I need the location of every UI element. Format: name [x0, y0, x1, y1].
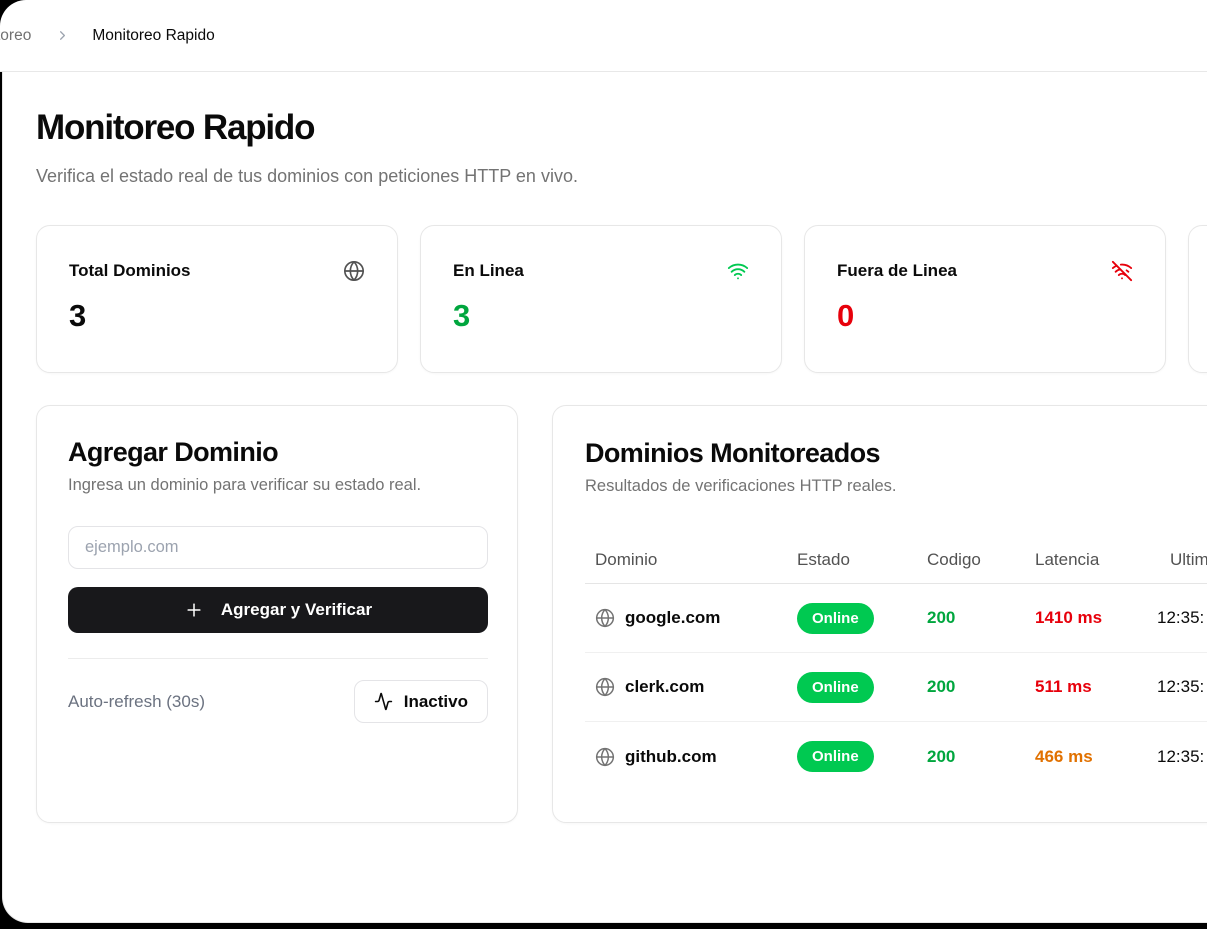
status-badge: Online — [797, 741, 874, 772]
stat-label: En Linea — [453, 261, 524, 281]
breadcrumb-current: Monitoreo Rapido — [92, 27, 214, 45]
http-code: 200 — [927, 747, 1035, 767]
table-header: Dominio Estado Codigo Latencia Ultimo — [585, 536, 1207, 584]
domain-name: google.com — [625, 608, 720, 628]
column-header-domain: Dominio — [595, 550, 797, 570]
monitored-title: Dominios Monitoreados — [585, 438, 1207, 469]
monitored-subtitle: Resultados de verificaciones HTTP reales… — [585, 477, 1207, 496]
last-check-time: 12:35: — [1157, 747, 1207, 767]
stats-row: Total Dominios 3 En Linea 3 Fuera de Lin… — [36, 225, 1207, 373]
add-verify-label: Agregar y Verificar — [221, 600, 372, 620]
table-row: github.com Online 200 466 ms 12:35: — [585, 722, 1207, 791]
chevron-right-icon — [55, 28, 70, 43]
add-domain-card: Agregar Dominio Ingresa un dominio para … — [36, 405, 518, 823]
stat-value: 3 — [453, 298, 749, 334]
latency-value: 1410 ms — [1035, 608, 1157, 628]
column-header-latency: Latencia — [1035, 550, 1157, 570]
domain-input[interactable] — [68, 526, 488, 569]
stat-label: Fuera de Linea — [837, 261, 957, 281]
http-code: 200 — [927, 677, 1035, 697]
add-domain-subtitle: Ingresa un dominio para verificar su est… — [68, 476, 486, 495]
last-check-time: 12:35: — [1157, 608, 1207, 628]
stat-card-partial — [1188, 225, 1207, 373]
lower-row: Agregar Dominio Ingresa un dominio para … — [36, 405, 1207, 823]
status-badge: Online — [797, 672, 874, 703]
page-title: Monitoreo Rapido — [36, 108, 1207, 148]
domains-table: Dominio Estado Codigo Latencia Ultimo go… — [585, 536, 1207, 791]
monitored-domains-card: Dominios Monitoreados Resultados de veri… — [552, 405, 1207, 823]
column-header-status: Estado — [797, 550, 927, 570]
stat-card-online: En Linea 3 — [420, 225, 782, 373]
last-check-time: 12:35: — [1157, 677, 1207, 697]
add-domain-title: Agregar Dominio — [68, 437, 486, 468]
stat-label: Total Dominios — [69, 261, 191, 281]
latency-value: 511 ms — [1035, 677, 1157, 697]
breadcrumb-parent[interactable]: toreo — [0, 27, 31, 45]
add-verify-button[interactable]: Agregar y Verificar — [68, 587, 488, 633]
globe-icon — [343, 260, 365, 282]
auto-refresh-toggle[interactable]: Inactivo — [354, 680, 488, 723]
latency-value: 466 ms — [1035, 747, 1157, 767]
table-row: clerk.com Online 200 511 ms 12:35: — [585, 653, 1207, 722]
globe-icon — [595, 608, 615, 628]
stat-card-total: Total Dominios 3 — [36, 225, 398, 373]
stat-value: 0 — [837, 298, 1133, 334]
domain-name: github.com — [625, 747, 717, 767]
stat-card-offline: Fuera de Linea 0 — [804, 225, 1166, 373]
wifi-off-icon — [1111, 260, 1133, 282]
globe-icon — [595, 677, 615, 697]
http-code: 200 — [927, 608, 1035, 628]
divider — [68, 658, 488, 659]
column-header-last-check: Ultimo — [1157, 550, 1207, 570]
auto-refresh-label: Auto-refresh (30s) — [68, 692, 205, 712]
domain-name: clerk.com — [625, 677, 704, 697]
stat-value: 3 — [69, 298, 365, 334]
column-header-code: Codigo — [927, 550, 1035, 570]
wifi-icon — [727, 260, 749, 282]
status-badge: Online — [797, 603, 874, 634]
auto-refresh-state: Inactivo — [404, 692, 468, 712]
main-panel: Monitoreo Rapido Verifica el estado real… — [2, 72, 1207, 923]
plus-icon — [184, 600, 204, 620]
globe-icon — [595, 747, 615, 767]
breadcrumb-bar: toreo Monitoreo Rapido — [0, 0, 1207, 72]
page-subtitle: Verifica el estado real de tus dominios … — [36, 166, 1207, 187]
activity-icon — [374, 692, 393, 711]
table-row: google.com Online 200 1410 ms 12:35: — [585, 584, 1207, 653]
